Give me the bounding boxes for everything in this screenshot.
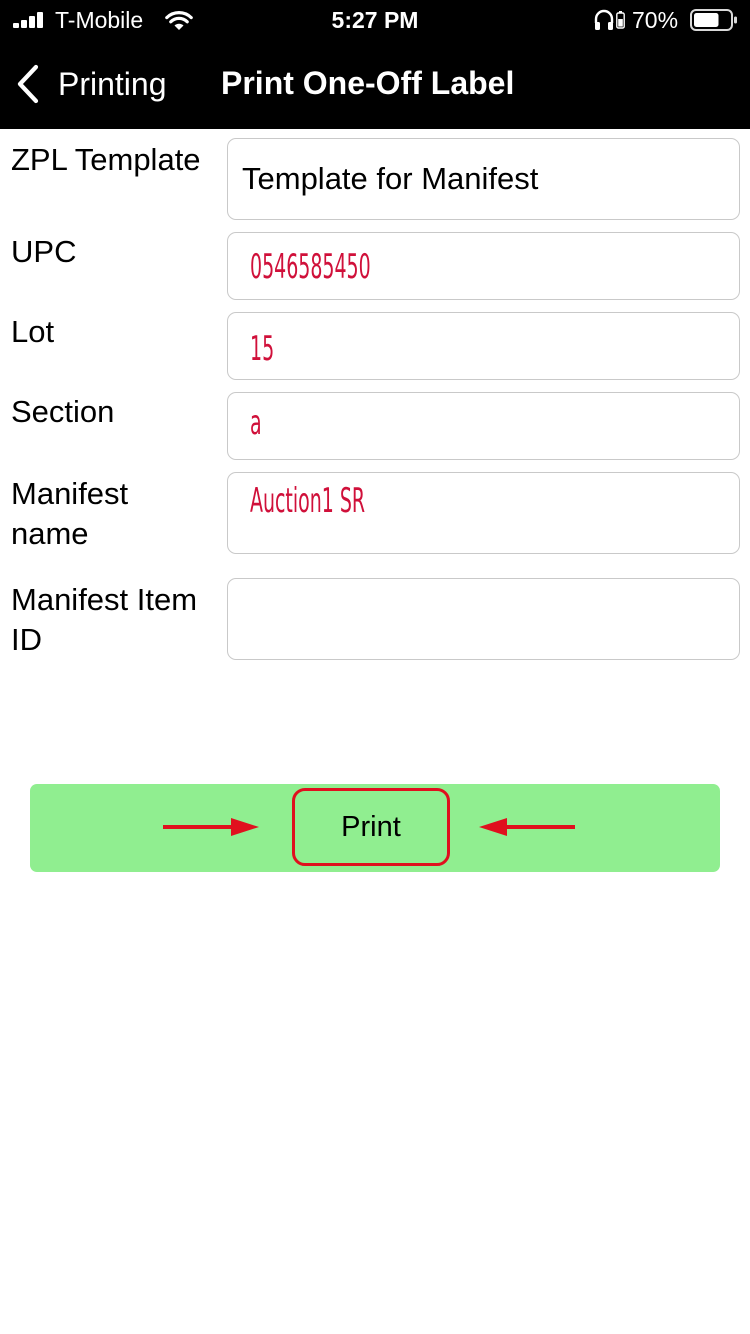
battery-percent: 70% (632, 7, 679, 33)
manifest-name-label: Manifest name (11, 476, 129, 551)
print-bar: Print (30, 784, 720, 872)
zpl-template-field[interactable]: Template for Manifest (227, 138, 740, 220)
status-bar: T-Mobile 5:27 PM 70% (0, 0, 750, 40)
zpl-template-value: Template for Manifest (242, 161, 539, 196)
manifest-name-value: Auction1 SR (250, 481, 366, 521)
back-button-label: Printing (58, 65, 167, 102)
charging-icon (616, 11, 625, 29)
back-button[interactable]: Printing (14, 62, 167, 106)
lot-field[interactable]: 15 (227, 312, 740, 380)
form-row-zpl-template: ZPL Template Template for Manifest (0, 138, 750, 220)
manifest-item-id-label: Manifest Item ID (11, 582, 198, 657)
form-row-lot: Lot 15 (0, 312, 750, 380)
section-field[interactable]: a (227, 392, 740, 460)
headphones-icon (594, 9, 614, 30)
upc-field[interactable]: 0546585450 (227, 232, 740, 300)
upc-label: UPC (11, 234, 77, 269)
form-row-manifest-name: Manifest name Auction1 SR (0, 472, 750, 554)
navigation-bar: Printing Print One-Off Label (0, 40, 750, 129)
arrow-left-icon (479, 818, 575, 836)
lot-label: Lot (11, 314, 55, 349)
battery-icon (690, 9, 737, 31)
manifest-item-id-field[interactable] (227, 578, 740, 660)
print-button[interactable]: Print (292, 788, 450, 866)
section-value: a (250, 403, 262, 443)
upc-value: 0546585450 (250, 247, 371, 287)
arrow-right-icon (163, 818, 259, 836)
zpl-template-label: ZPL Template (11, 142, 201, 177)
lot-value: 15 (250, 329, 275, 369)
form-row-upc: UPC 0546585450 (0, 232, 750, 300)
chevron-left-icon (17, 64, 39, 104)
form-row-section: Section a (0, 392, 750, 460)
page-title: Print One-Off Label (221, 65, 515, 101)
form-row-manifest-item-id: Manifest Item ID (0, 578, 750, 660)
manifest-name-field[interactable]: Auction1 SR (227, 472, 740, 554)
section-label: Section (11, 394, 115, 429)
